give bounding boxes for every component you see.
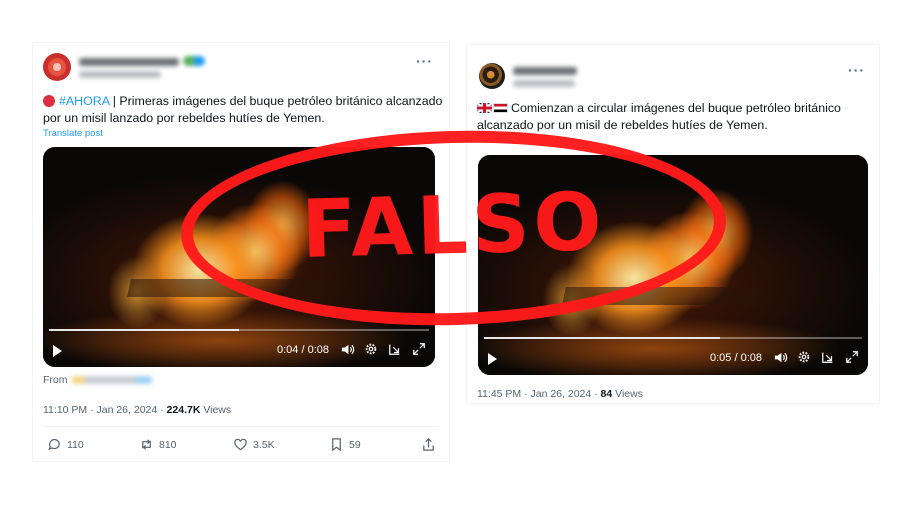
verified-badge-icon [183, 56, 205, 66]
more-options-icon[interactable]: ··· [416, 53, 433, 69]
video-controls: 0:04 / 0:08 [43, 339, 435, 363]
post-body: Comienzan a circular imágenes del buque … [477, 101, 841, 132]
blurred-source-account[interactable] [71, 376, 152, 385]
post-meta: 11:10 PM · Jan 26, 2024 · 224.7K Views [43, 404, 231, 416]
reply-icon [48, 438, 60, 451]
hashtag-link[interactable]: #AHORA [59, 94, 109, 108]
share-icon [423, 438, 434, 451]
from-label: From [43, 374, 68, 386]
video-progress-bar[interactable] [49, 329, 429, 331]
volume-icon[interactable] [772, 350, 788, 366]
red-circle-icon [43, 95, 55, 107]
views-label: Views [612, 388, 643, 400]
reply-button[interactable]: 110 [47, 437, 84, 452]
heart-icon [234, 438, 247, 451]
post-text: #AHORA | Primeras imágenes del buque pet… [43, 93, 443, 127]
views-count: 224.7K [166, 404, 201, 416]
source-attribution: From [43, 374, 152, 386]
post-text: Comienzan a circular imágenes del buque … [477, 100, 867, 134]
settings-gear-icon[interactable] [796, 350, 812, 366]
blurred-handle [513, 80, 575, 87]
picture-in-picture-icon[interactable] [820, 350, 836, 366]
views-label: Views [200, 404, 232, 416]
share-button[interactable] [421, 437, 436, 452]
bookmark-icon [332, 438, 341, 452]
settings-gear-icon[interactable] [363, 342, 379, 358]
repost-count: 810 [159, 438, 177, 451]
blurred-display-name [79, 58, 179, 66]
repost-button[interactable]: 810 [139, 437, 177, 452]
like-button[interactable]: 3.5K [233, 437, 275, 452]
post-timestamp[interactable]: 11:10 PM · Jan 26, 2024 · [43, 404, 167, 416]
yemen-flag-icon [493, 103, 508, 113]
avatar[interactable] [43, 53, 71, 81]
video-progress-bar[interactable] [484, 337, 862, 339]
repost-icon [142, 439, 151, 450]
divider [43, 426, 439, 427]
video-progress-fill [484, 337, 721, 339]
post-meta: 11:45 PM · Jan 26, 2024 · 84 Views [477, 388, 643, 400]
post-timestamp[interactable]: 11:45 PM · Jan 26, 2024 · [477, 388, 601, 400]
more-options-icon[interactable]: ··· [848, 62, 865, 78]
translate-post-link[interactable]: Translate post [43, 128, 103, 139]
play-icon[interactable] [488, 353, 497, 365]
bookmark-count: 59 [349, 438, 361, 451]
video-controls: 0:05 / 0:08 [478, 347, 868, 371]
avatar[interactable] [479, 63, 505, 89]
falso-stamp-text: FALSO [300, 175, 607, 276]
volume-icon[interactable] [339, 342, 355, 358]
uk-flag-icon [477, 103, 492, 113]
fullscreen-icon[interactable] [844, 350, 860, 366]
picture-in-picture-icon[interactable] [387, 342, 403, 358]
like-count: 3.5K [253, 438, 275, 451]
play-icon[interactable] [53, 345, 62, 357]
video-time: 0:04 / 0:08 [277, 344, 329, 356]
bookmark-button[interactable]: 59 [329, 437, 361, 452]
blurred-display-name [513, 67, 577, 75]
blurred-handle [79, 71, 161, 78]
views-count: 84 [600, 388, 613, 400]
video-progress-fill [49, 329, 239, 331]
reply-count: 110 [67, 438, 84, 451]
fullscreen-icon[interactable] [411, 342, 427, 358]
video-time: 0:05 / 0:08 [710, 352, 762, 364]
